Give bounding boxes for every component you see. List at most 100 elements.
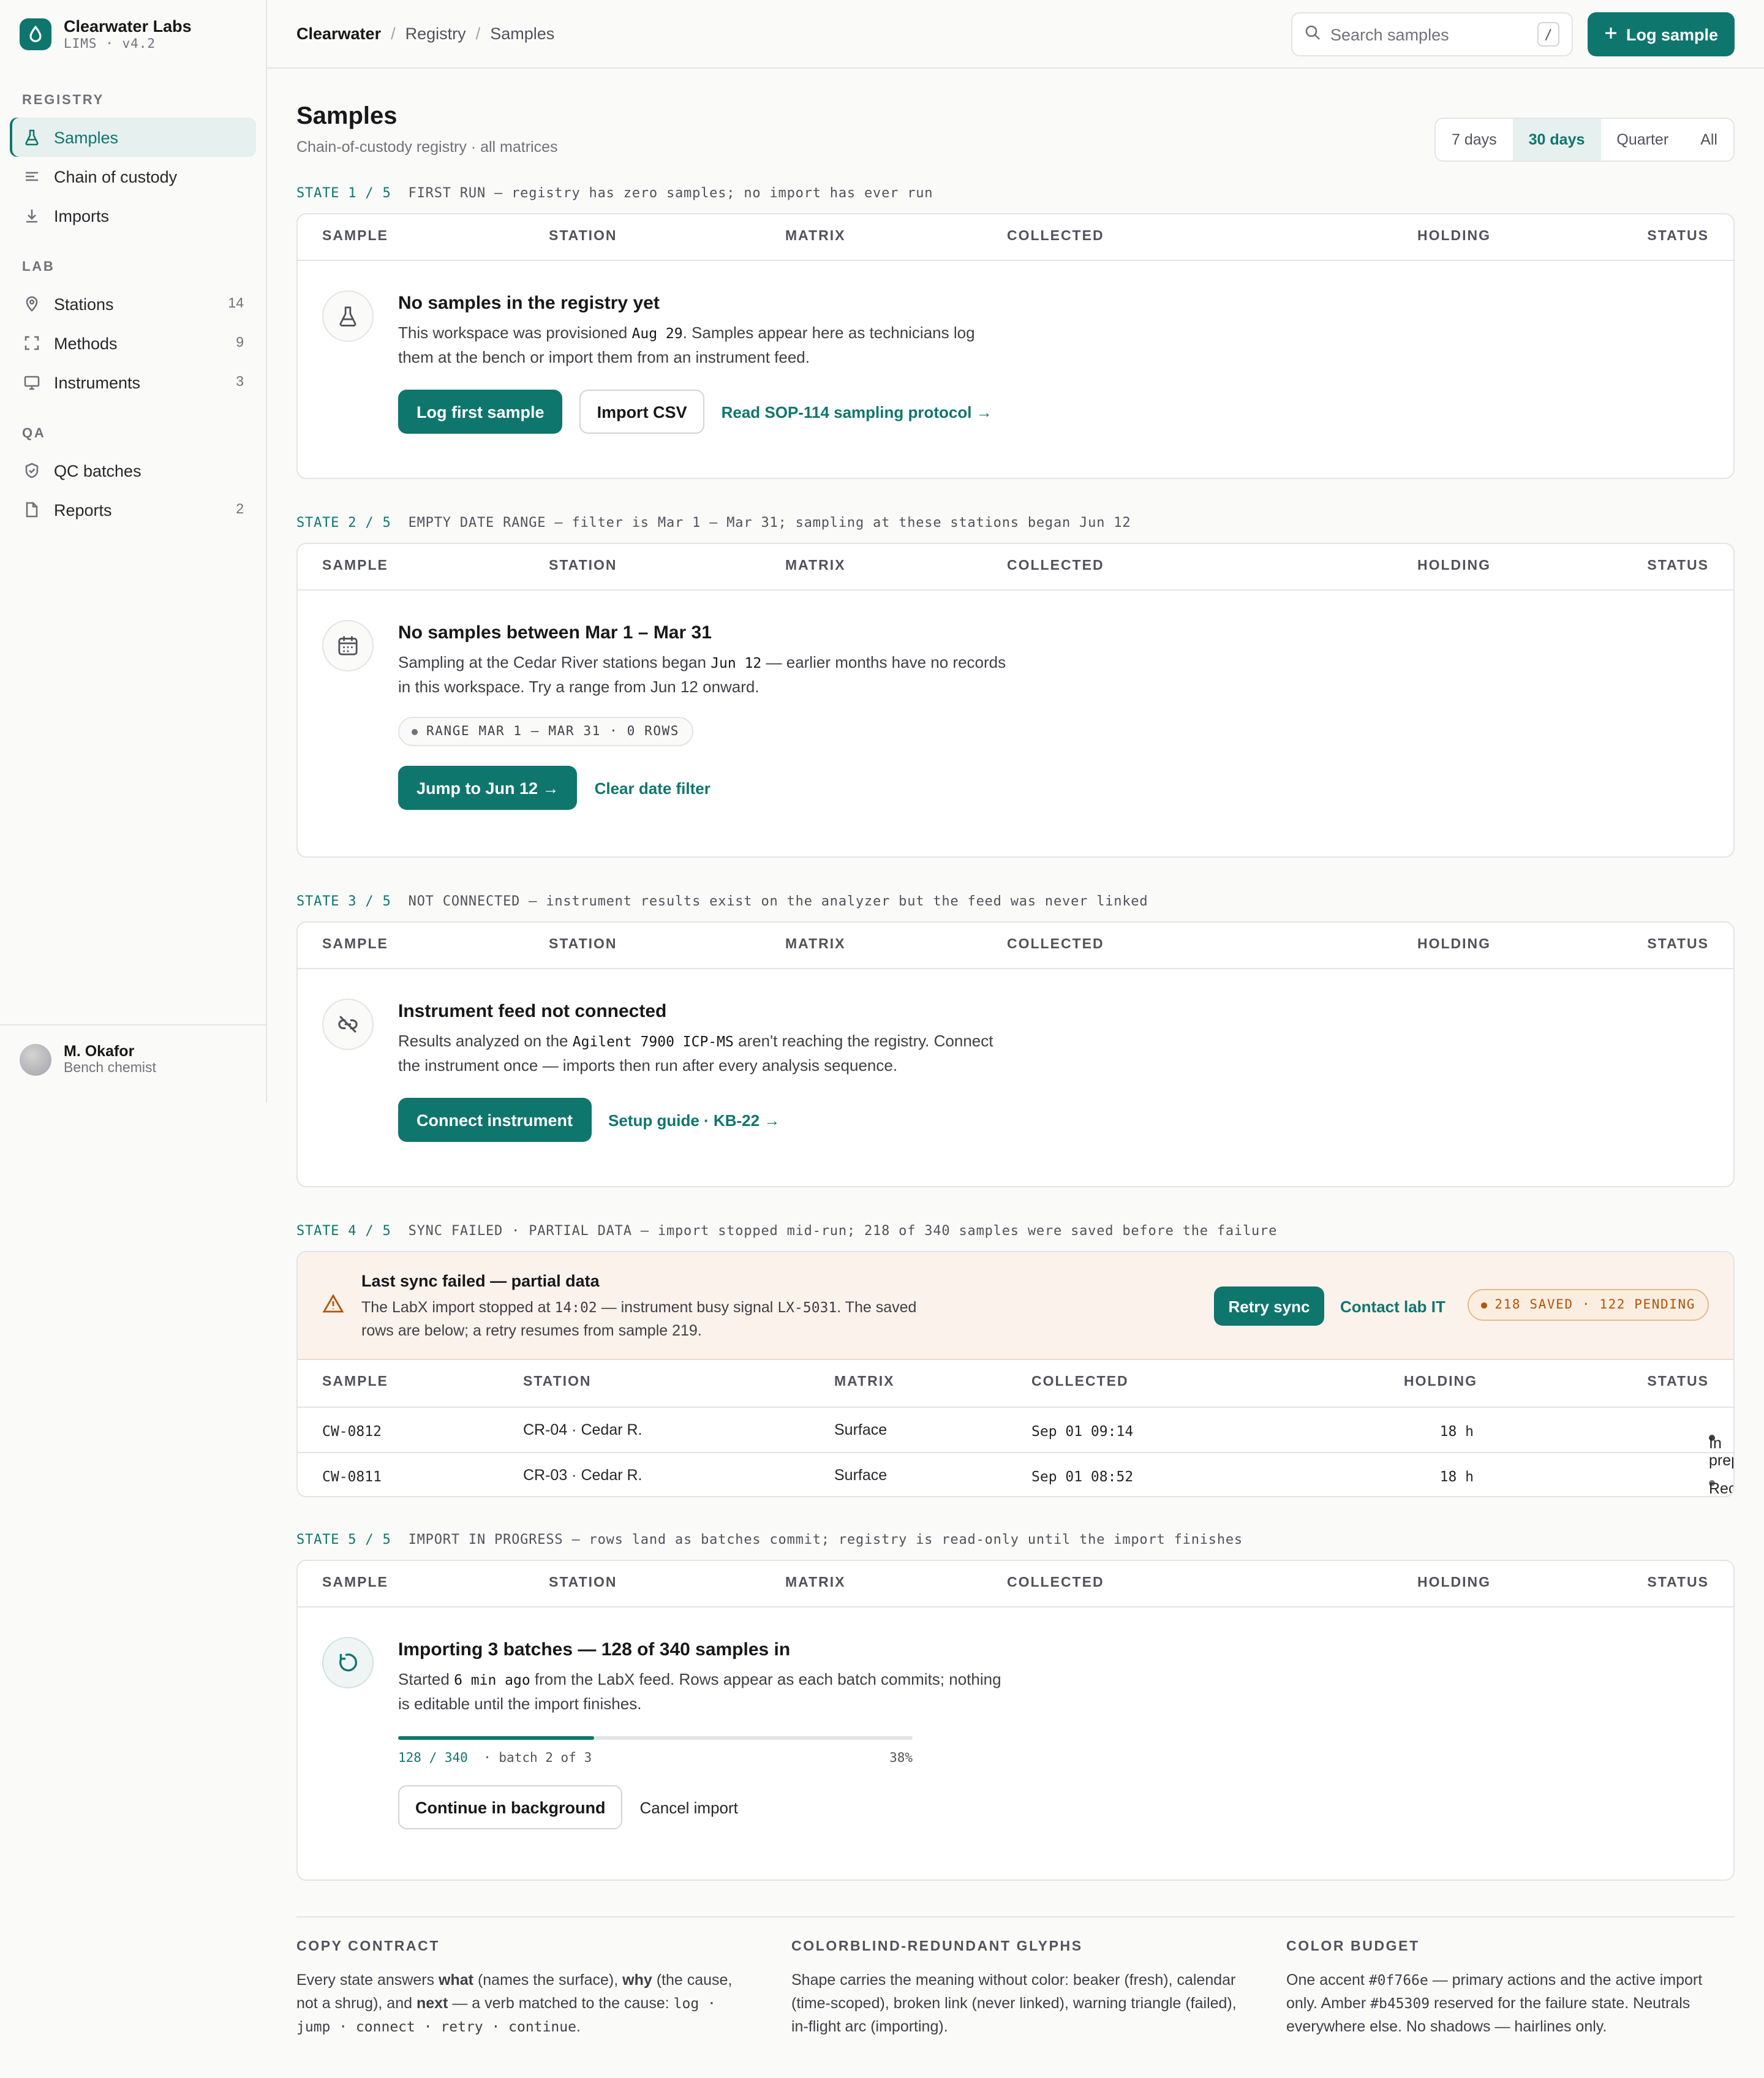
avatar <box>20 1043 51 1075</box>
state-1-card: SAMPLE STATION MATRIX COLLECTED HOLDING … <box>296 213 1735 479</box>
sidebar-item-count: 9 <box>236 336 244 350</box>
sidebar-item-chain-of-custody[interactable]: Chain of custody <box>10 157 256 196</box>
state-number: STATE 4 / 5 <box>296 1223 391 1239</box>
cell-holding: 18 h <box>1439 1422 1474 1440</box>
state-2-label: STATE 2 / 5 EMPTY DATE RANGE — filter is… <box>296 515 1131 531</box>
sidebar-item-samples[interactable]: Samples <box>10 118 256 157</box>
state-description: EMPTY DATE RANGE — filter is Mar 1 – Mar… <box>408 515 1131 531</box>
sync-status-pill: 218 SAVED · 122 PENDING <box>1468 1289 1709 1321</box>
sidebar-item-label: Imports <box>54 206 110 225</box>
log-first-sample-button[interactable]: Log first sample <box>398 390 563 434</box>
table-row[interactable]: CW-0811 CR-03 · Cedar R. Surface Sep 01 … <box>298 1452 1733 1496</box>
column-header: COLLECTED <box>1007 1576 1104 1590</box>
sop-link[interactable]: Read SOP-114 sampling protocol → <box>722 402 992 421</box>
state-number: STATE 3 / 5 <box>296 893 391 909</box>
progress-fill <box>398 1736 594 1740</box>
shield-check-icon <box>22 461 42 480</box>
empty-title: Instrument feed not connected <box>398 1001 667 1022</box>
column-header: STATUS <box>1647 559 1709 573</box>
column-header: STATUS <box>1647 229 1709 244</box>
sidebar-item-methods[interactable]: Methods 9 <box>10 323 256 363</box>
range-30-days[interactable]: 30 days <box>1512 119 1601 161</box>
table-header: SAMPLE STATION MATRIX COLLECTED HOLDING … <box>298 214 1733 261</box>
cancel-import-link[interactable]: Cancel import <box>640 1798 738 1816</box>
range-7-days[interactable]: 7 days <box>1436 119 1513 161</box>
sidebar-item-label: Methods <box>54 334 118 352</box>
cell-collected: Sep 01 08:52 <box>1031 1468 1134 1485</box>
sidebar-item-label: Instruments <box>54 373 141 391</box>
monitor-icon <box>22 372 42 392</box>
cell-matrix: Surface <box>834 1467 888 1484</box>
contact-lab-it-link[interactable]: Contact lab IT <box>1340 1298 1446 1316</box>
column-header: STATION <box>549 559 617 573</box>
jump-to-date-button[interactable]: Jump to Jun 12 → <box>398 766 578 810</box>
range-all[interactable]: All <box>1684 119 1733 161</box>
broken-link-icon <box>322 999 374 1050</box>
cell-station: CR-04 · Cedar R. <box>523 1421 643 1438</box>
clear-date-filter-link[interactable]: Clear date filter <box>595 779 710 797</box>
breadcrumb-separator: / <box>475 25 481 43</box>
empty-description: Started 6 min ago from the LabX feed. Ro… <box>398 1670 1001 1713</box>
search-input[interactable]: Search samples / <box>1291 12 1573 56</box>
alert-description: The LabX import stopped at 14:02 — instr… <box>361 1299 917 1339</box>
cell-station: CR-03 · Cedar R. <box>523 1467 643 1484</box>
sidebar-item-qc-batches[interactable]: QC batches <box>10 451 256 490</box>
beaker-icon <box>22 127 42 147</box>
sync-failed-alert: Last sync failed — partial data The LabX… <box>298 1252 1733 1360</box>
state-number: STATE 1 / 5 <box>296 185 391 201</box>
breadcrumb-item[interactable]: Clearwater <box>296 25 381 43</box>
breadcrumb: Clearwater / Registry / Samples <box>296 25 554 43</box>
brand[interactable]: Clearwater Labs LIMS · v4.2 <box>0 0 266 69</box>
progress-batch: · batch 2 of 3 <box>483 1751 592 1766</box>
range-status-pill: RANGE MAR 1 – MAR 31 · 0 ROWS <box>398 717 693 746</box>
range-quarter[interactable]: Quarter <box>1600 119 1684 161</box>
setup-guide-link[interactable]: Setup guide · KB-22 → <box>608 1111 780 1129</box>
sidebar-item-count: 14 <box>228 297 244 311</box>
sidebar-item-imports[interactable]: Imports <box>10 196 256 235</box>
column-header: COLLECTED <box>1031 1375 1129 1389</box>
log-sample-button[interactable]: Log sample <box>1588 12 1735 56</box>
column-header: SAMPLE <box>322 937 388 952</box>
progress-count: 128 / 340 <box>398 1751 468 1766</box>
note-text: Every state answers what (names the surf… <box>296 1971 733 2035</box>
user-profile[interactable]: M. Okafor Bench chemist <box>0 1024 267 1093</box>
column-header: MATRIX <box>785 559 846 573</box>
import-csv-button[interactable]: Import CSV <box>579 390 704 434</box>
state-description: SYNC FAILED · PARTIAL DATA — import stop… <box>408 1223 1278 1239</box>
state-1-label: STATE 1 / 5 FIRST RUN — registry has zer… <box>296 185 933 201</box>
log-sample-label: Log sample <box>1626 25 1718 43</box>
column-header: MATRIX <box>834 1375 895 1389</box>
column-header: SAMPLE <box>322 229 388 244</box>
beaker-icon <box>322 290 374 342</box>
state-3-label: STATE 3 / 5 NOT CONNECTED — instrument r… <box>296 893 1148 909</box>
droplet-logo-icon <box>20 18 51 50</box>
retry-sync-button[interactable]: Retry sync <box>1214 1286 1324 1326</box>
breadcrumb-item[interactable]: Registry <box>405 25 466 43</box>
column-header: COLLECTED <box>1007 559 1104 573</box>
sidebar: Clearwater Labs LIMS · v4.2 REGISTRY Sam… <box>0 0 267 1103</box>
column-header: STATION <box>549 1576 617 1590</box>
sidebar-item-reports[interactable]: Reports 2 <box>10 490 256 529</box>
warning-triangle-icon <box>322 1294 344 1320</box>
continue-in-background-button[interactable]: Continue in background <box>398 1785 623 1829</box>
empty-title: No samples in the registry yet <box>398 293 660 314</box>
in-flight-arc-icon <box>322 1637 374 1688</box>
column-header: STATUS <box>1647 1576 1709 1590</box>
table-header: SAMPLE STATION MATRIX COLLECTED HOLDING … <box>298 1360 1733 1407</box>
note-copy-contract: COPY CONTRACT Every state answers what (… <box>296 1940 742 2039</box>
sidebar-item-instruments[interactable]: Instruments 3 <box>10 363 256 402</box>
map-pin-icon <box>22 294 42 314</box>
search-shortcut: / <box>1537 22 1559 47</box>
column-header: HOLDING <box>1417 559 1491 573</box>
table-row[interactable]: CW-0812 CR-04 · Cedar R. Surface Sep 01 … <box>298 1407 1733 1469</box>
brand-name: Clearwater Labs <box>64 17 192 36</box>
note-title: COLORBLIND-REDUNDANT GLYPHS <box>791 1940 1083 1954</box>
sidebar-item-label: Stations <box>54 295 114 313</box>
connect-instrument-button[interactable]: Connect instrument <box>398 1098 592 1142</box>
breadcrumb-item: Samples <box>490 25 555 43</box>
cell-collected: Sep 01 09:14 <box>1031 1422 1134 1440</box>
sidebar-item-stations[interactable]: Stations 14 <box>10 284 256 323</box>
column-header: HOLDING <box>1404 1375 1478 1389</box>
column-header: SAMPLE <box>322 559 388 573</box>
sidebar-item-label: Chain of custody <box>54 167 178 186</box>
